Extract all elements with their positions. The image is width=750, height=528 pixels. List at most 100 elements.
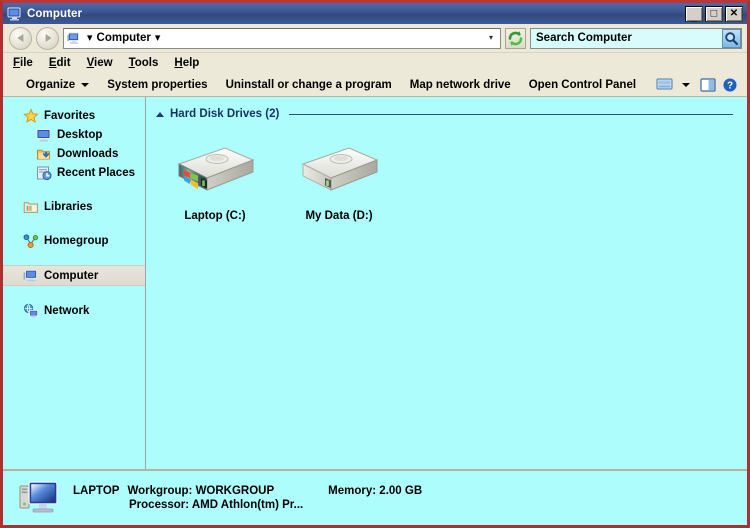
close-button[interactable]: ✕ bbox=[725, 5, 743, 22]
group-header-hard-disk-drives[interactable]: Hard Disk Drives (2) bbox=[146, 106, 747, 122]
organize-label: Organize bbox=[26, 78, 76, 91]
drive-label: Laptop (C:) bbox=[184, 210, 246, 222]
search-button[interactable] bbox=[722, 28, 741, 48]
sidebar-item-downloads[interactable]: Downloads bbox=[3, 144, 145, 163]
content-pane: Hard Disk Drives (2) Laptop (C:) My Data… bbox=[146, 97, 747, 469]
menu-file[interactable]: File bbox=[13, 57, 33, 69]
details-text: LAPTOP Workgroup: WORKGROUP Memory: 2.00… bbox=[73, 485, 422, 511]
help-button[interactable]: ? bbox=[719, 75, 741, 95]
breadcrumb-separator-root[interactable]: ▾ bbox=[83, 32, 97, 44]
address-row: ▾ Computer ▾ ▾ Search Computer bbox=[3, 24, 747, 53]
organize-button[interactable]: Organize bbox=[17, 79, 98, 91]
maximize-glyph: □ bbox=[710, 7, 718, 19]
breadcrumb-separator-computer[interactable]: ▾ bbox=[151, 32, 165, 44]
sidebar-item-label: Network bbox=[44, 304, 90, 317]
menu-edit[interactable]: Edit bbox=[49, 57, 71, 69]
menu-help-rest: elp bbox=[182, 57, 200, 69]
collapse-triangle-icon[interactable] bbox=[156, 111, 164, 117]
memory-value: Memory: 2.00 GB bbox=[328, 485, 423, 497]
sidebar-item-label: Favorites bbox=[44, 109, 96, 122]
breadcrumb-item-computer[interactable]: Computer bbox=[97, 32, 151, 44]
processor-value: Processor: AMD Athlon(tm) Pr... bbox=[129, 499, 304, 511]
uninstall-program-button[interactable]: Uninstall or change a program bbox=[217, 79, 401, 91]
close-glyph: ✕ bbox=[729, 7, 739, 19]
menu-tools[interactable]: Tools bbox=[129, 57, 159, 69]
sidebar-item-recent-places[interactable]: Recent Places bbox=[3, 163, 145, 182]
workgroup-value: Workgroup: WORKGROUP bbox=[127, 485, 275, 497]
sidebar-item-computer[interactable]: Computer bbox=[3, 265, 145, 286]
menu-file-key: F bbox=[13, 57, 21, 69]
minimize-button[interactable]: _ bbox=[685, 5, 703, 24]
back-button[interactable] bbox=[9, 26, 32, 50]
system-properties-button[interactable]: System properties bbox=[98, 79, 216, 91]
open-control-panel-label: Open Control Panel bbox=[528, 78, 637, 91]
computer-large-icon bbox=[17, 478, 61, 518]
menu-edit-key: E bbox=[48, 57, 57, 69]
drive-list: Laptop (C:) My Data (D:) bbox=[146, 122, 747, 222]
sidebar-item-homegroup[interactable]: Homegroup bbox=[3, 231, 145, 250]
hard-drive-system-icon bbox=[173, 144, 257, 203]
sidebar-item-network[interactable]: Network bbox=[3, 301, 145, 320]
sidebar-item-label: Downloads bbox=[57, 147, 119, 160]
menu-tools-rest: ools bbox=[134, 57, 159, 69]
explorer-window: Computer _ □ ✕ ▾ Computer ▾ ▾ Search Com… bbox=[0, 0, 750, 528]
preview-pane-icon bbox=[700, 77, 716, 92]
command-toolbar: Organize System properties Uninstall or … bbox=[3, 73, 747, 97]
chevron-down-icon[interactable]: ▾ bbox=[485, 34, 497, 42]
minimize-glyph: _ bbox=[690, 9, 698, 24]
drive-item-my-data-d[interactable]: My Data (D:) bbox=[284, 144, 394, 222]
svg-text:?: ? bbox=[727, 80, 733, 91]
hard-drive-icon bbox=[297, 144, 381, 203]
details-line-1: LAPTOP Workgroup: WORKGROUP Memory: 2.00… bbox=[73, 485, 422, 497]
sidebar-item-label: Desktop bbox=[57, 128, 103, 141]
sidebar-item-label: Recent Places bbox=[57, 166, 135, 179]
sidebar-gap-1 bbox=[3, 182, 145, 197]
menu-file-rest: ile bbox=[20, 57, 33, 69]
view-mode-icon bbox=[656, 78, 672, 90]
breadcrumb-computer-icon bbox=[67, 32, 81, 45]
group-header-label: Hard Disk Drives (2) bbox=[170, 108, 280, 120]
star-icon bbox=[23, 107, 39, 124]
uninstall-program-label: Uninstall or change a program bbox=[225, 78, 392, 91]
group-header-rule bbox=[289, 113, 733, 115]
computer-name: LAPTOP bbox=[73, 485, 120, 497]
address-bar[interactable]: ▾ Computer ▾ ▾ bbox=[63, 27, 501, 49]
open-control-panel-button[interactable]: Open Control Panel bbox=[520, 79, 645, 91]
sidebar-item-libraries[interactable]: Libraries bbox=[3, 197, 145, 216]
details-pane: LAPTOP Workgroup: WORKGROUP Memory: 2.00… bbox=[3, 469, 747, 525]
libraries-icon bbox=[23, 199, 39, 215]
map-network-drive-button[interactable]: Map network drive bbox=[401, 79, 520, 91]
forward-button[interactable] bbox=[36, 26, 59, 50]
search-input[interactable]: Search Computer bbox=[536, 32, 722, 44]
drive-item-laptop-c[interactable]: Laptop (C:) bbox=[160, 144, 270, 222]
maximize-button[interactable]: □ bbox=[705, 5, 723, 22]
menu-edit-rest: dit bbox=[56, 57, 71, 69]
view-mode-button[interactable] bbox=[653, 75, 675, 95]
network-icon bbox=[23, 303, 39, 319]
refresh-button[interactable] bbox=[505, 27, 526, 49]
sidebar-gap-4 bbox=[3, 286, 145, 301]
computer-icon bbox=[7, 7, 22, 21]
preview-pane-button[interactable] bbox=[697, 75, 719, 95]
menu-help[interactable]: Help bbox=[174, 57, 199, 69]
sidebar-item-favorites[interactable]: Favorites bbox=[3, 106, 145, 125]
window-title: Computer bbox=[27, 7, 83, 20]
help-icon: ? bbox=[722, 77, 738, 92]
map-network-drive-label: Map network drive bbox=[409, 78, 511, 91]
sidebar-item-label: Libraries bbox=[44, 200, 93, 213]
menu-bar: File Edit View Tools Help bbox=[3, 53, 747, 73]
computer-icon bbox=[23, 268, 39, 284]
refresh-icon bbox=[508, 30, 523, 46]
menu-view-key: V bbox=[86, 57, 95, 69]
sidebar-item-desktop[interactable]: Desktop bbox=[3, 125, 145, 144]
system-properties-label: System properties bbox=[107, 78, 208, 91]
search-box[interactable]: Search Computer bbox=[530, 27, 742, 49]
drive-label: My Data (D:) bbox=[305, 210, 373, 222]
navigation-pane: Favorites Desktop Downloads Recent Place… bbox=[3, 97, 146, 469]
view-mode-dropdown[interactable] bbox=[675, 75, 697, 95]
window-controls: _ □ ✕ bbox=[685, 5, 745, 24]
menu-view[interactable]: View bbox=[87, 57, 113, 69]
recent-places-icon bbox=[36, 165, 52, 181]
menu-view-rest: iew bbox=[94, 57, 113, 69]
menu-help-key: H bbox=[174, 57, 183, 69]
